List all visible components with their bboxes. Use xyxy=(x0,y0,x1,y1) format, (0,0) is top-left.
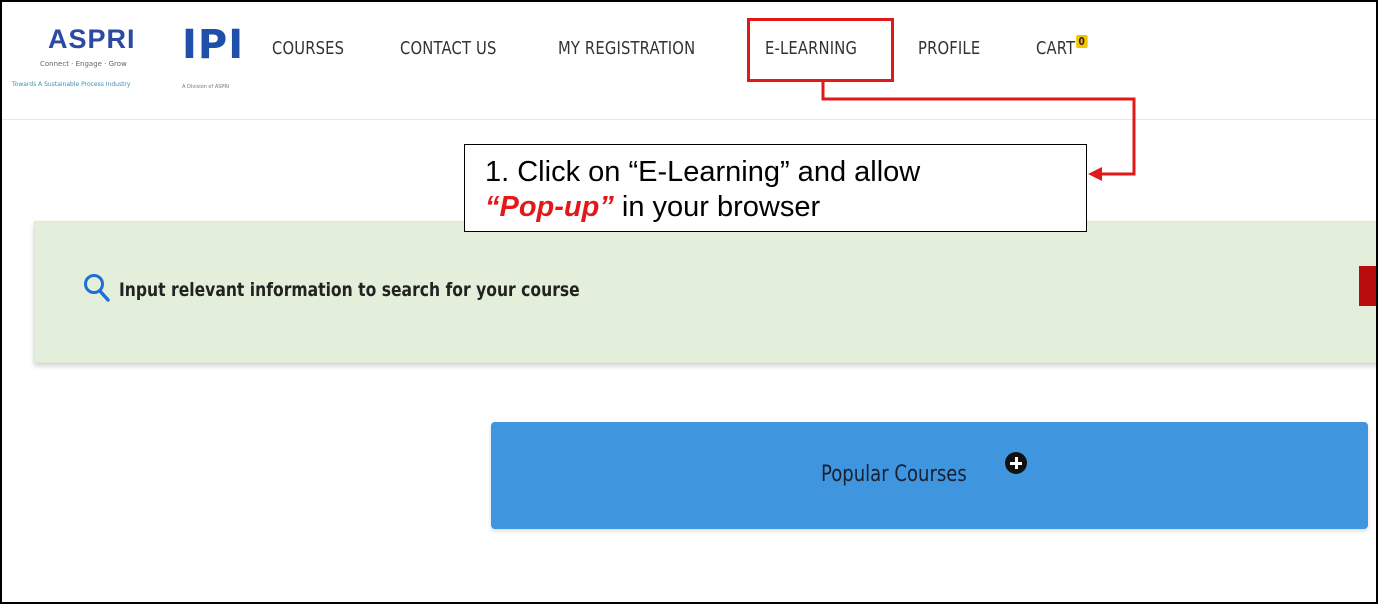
aspri-subline: Towards A Sustainable Process Industry xyxy=(12,81,131,88)
search-action-button[interactable] xyxy=(1359,266,1376,306)
popular-courses-button[interactable]: Popular Courses xyxy=(491,422,1368,529)
callout-line-2: “Pop-up” in your browser xyxy=(485,190,1066,225)
instruction-callout: 1. Click on “E-Learning” and allow “Pop-… xyxy=(464,144,1087,232)
nav-profile[interactable]: PROFILE xyxy=(918,38,980,59)
ipi-wordmark: IPI xyxy=(182,22,245,68)
nav-cart[interactable]: CART 0 xyxy=(1036,35,1088,59)
site-header: ASPRI Connect · Engage · Grow Towards A … xyxy=(2,2,1376,120)
aspri-logo[interactable]: ASPRI Connect · Engage · Grow Towards A … xyxy=(12,24,172,94)
search-icon xyxy=(84,274,110,302)
search-banner[interactable]: Input relevant information to search for… xyxy=(34,221,1376,363)
popular-courses-label: Popular Courses xyxy=(821,462,967,487)
nav-contact-us[interactable]: CONTACT US xyxy=(400,38,497,59)
callout-line-2-rest: in your browser xyxy=(613,190,821,223)
nav-courses[interactable]: COURSES xyxy=(272,38,344,59)
search-prompt: Input relevant information to search for… xyxy=(119,279,580,301)
aspri-tagline: Connect · Engage · Grow xyxy=(40,60,127,68)
screenshot-frame: ASPRI Connect · Engage · Grow Towards A … xyxy=(0,0,1378,604)
callout-line-1: 1. Click on “E-Learning” and allow xyxy=(485,156,921,188)
plus-circle-icon xyxy=(1005,452,1027,474)
nav-my-registration[interactable]: MY REGISTRATION xyxy=(558,38,695,59)
ipi-subline: A Division of ASPRI xyxy=(182,84,230,90)
ipi-logo[interactable]: IPI A Division of ASPRI xyxy=(178,22,243,94)
aspri-wordmark: ASPRI xyxy=(48,24,136,54)
cart-count-badge: 0 xyxy=(1076,35,1088,48)
nav-cart-label: CART xyxy=(1036,38,1076,59)
callout-emphasis: “Pop-up” xyxy=(485,190,614,223)
e-learning-highlight-box xyxy=(747,18,894,82)
